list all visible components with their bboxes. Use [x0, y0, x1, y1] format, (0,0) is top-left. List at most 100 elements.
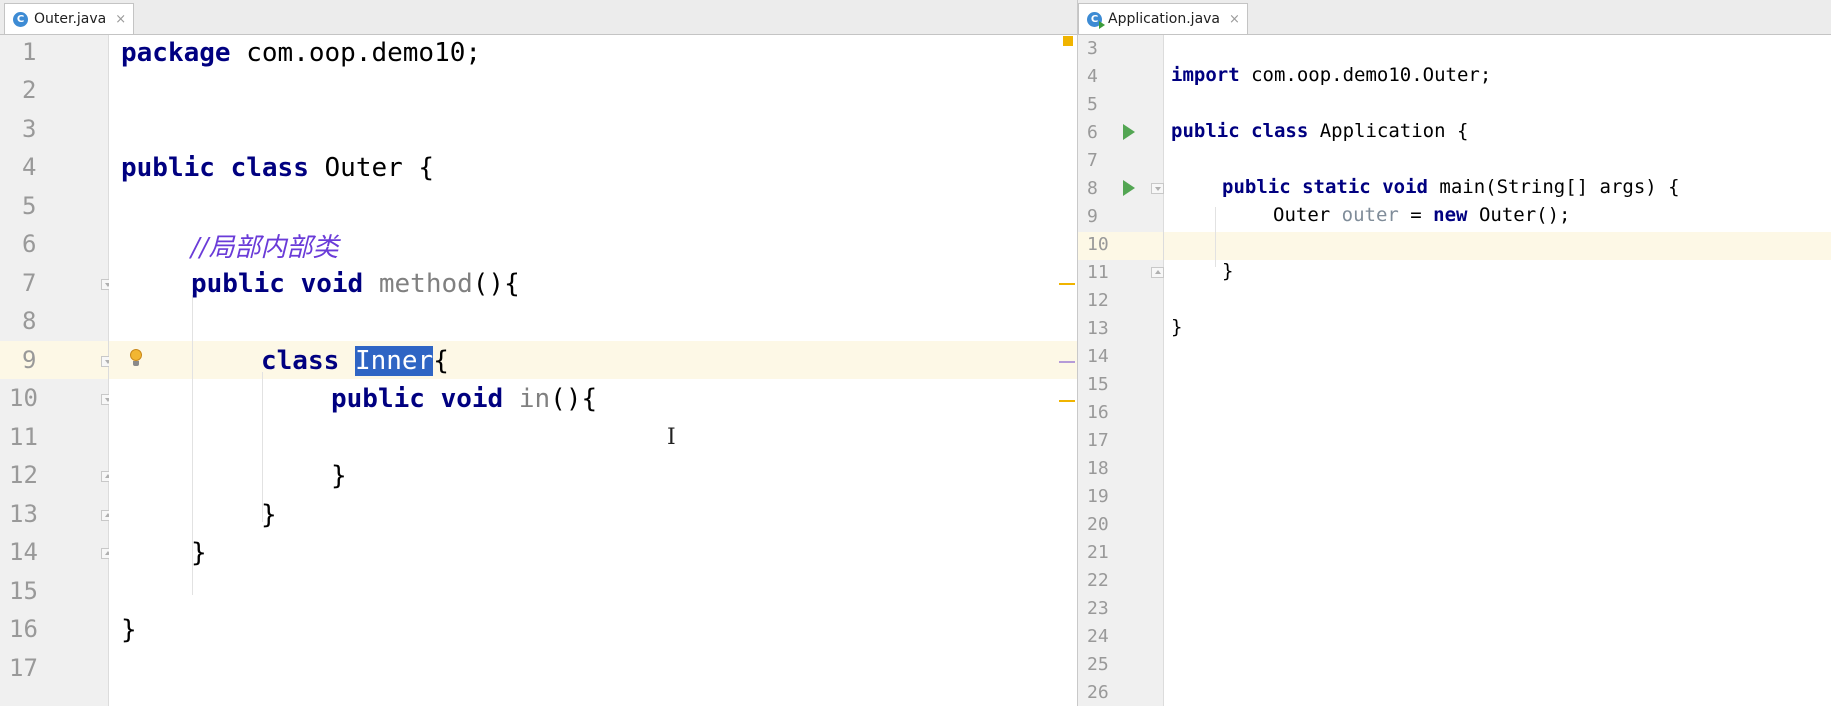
line-number: 10: [9, 384, 38, 412]
code-text: com.oop.demo10;: [230, 38, 482, 68]
selection-stripe-marker[interactable]: [1059, 361, 1075, 363]
method-name: method: [378, 269, 473, 299]
left-code-editor[interactable]: package com.oop.demo10; public class Out…: [109, 35, 1077, 706]
line-number: 12: [1087, 290, 1109, 311]
fold-open-icon[interactable]: [1151, 183, 1164, 194]
line-number: 2: [22, 76, 37, 104]
code-text: =: [1398, 204, 1434, 226]
code-line-6: //局部内部类: [191, 227, 1077, 264]
code-text: com.oop.demo10.Outer;: [1239, 64, 1492, 86]
selected-text[interactable]: Inner: [354, 346, 434, 376]
right-editor-pane: C Application.java × 3 4 5 6 7 8 9 10 11…: [1078, 0, 1831, 706]
right-gutter: 3 4 5 6 7 8 9 10 11 12 13 14 15 16 17 18…: [1078, 35, 1164, 706]
code-line-7: public void method(){: [191, 269, 1077, 299]
keyword: void: [300, 269, 364, 299]
error-stripe-marker[interactable]: [1059, 400, 1075, 402]
keyword: public: [1222, 176, 1291, 198]
code-line-9: class Inner{: [261, 346, 1077, 376]
run-icon[interactable]: [1123, 180, 1135, 196]
code-line-1: package com.oop.demo10;: [121, 38, 1077, 68]
keyword: class: [230, 153, 309, 183]
class-c-icon: C: [13, 11, 28, 27]
line-number: 14: [1087, 346, 1109, 367]
code-line-11: }: [1222, 260, 1234, 282]
line-number: 11: [9, 423, 38, 451]
error-stripe-marker[interactable]: [1059, 283, 1075, 285]
tab-label: Application.java: [1108, 11, 1221, 27]
line-number: 8: [1087, 178, 1098, 199]
tab-outer-java[interactable]: C Outer.java ×: [4, 3, 135, 34]
line-number: 12: [9, 461, 38, 489]
line-number: 26: [1087, 682, 1109, 703]
keyword: import: [1171, 64, 1240, 86]
code-text: (){: [472, 269, 520, 299]
line-number: 13: [1087, 318, 1109, 339]
line-number: 8: [22, 307, 37, 335]
line-number: 9: [1087, 206, 1098, 227]
right-code-editor[interactable]: import com.oop.demo10.Outer; public clas…: [1164, 35, 1831, 706]
code-line-13: }: [261, 500, 277, 530]
code-line-9: Outer outer = new Outer();: [1273, 204, 1831, 226]
keyword: void: [1382, 176, 1428, 198]
code-line-4: public class Outer {: [121, 153, 1077, 183]
code-text: {: [433, 346, 449, 376]
tab-label: Outer.java: [34, 11, 107, 27]
tab-application-java[interactable]: C Application.java ×: [1078, 3, 1248, 34]
text-cursor-ibeam-icon: I: [667, 425, 676, 450]
line-number: 6: [1087, 122, 1098, 143]
icon-letter: C: [1090, 13, 1099, 25]
lightbulb-icon[interactable]: [130, 349, 142, 366]
line-number: 7: [22, 269, 37, 297]
line-number: 18: [1087, 458, 1109, 479]
line-number: 24: [1087, 626, 1109, 647]
line-number: 17: [1087, 430, 1109, 451]
line-number: 4: [1087, 66, 1098, 87]
line-number: 9: [22, 346, 37, 374]
line-number: 3: [22, 115, 37, 143]
code-text: (){: [550, 384, 598, 414]
code-line-10: public void in(){: [331, 384, 1077, 414]
line-number: 4: [22, 153, 37, 181]
line-number: 15: [1087, 374, 1109, 395]
code-line-6: public class Application {: [1171, 120, 1831, 142]
warning-stripe-marker[interactable]: [1063, 36, 1073, 46]
line-number: 15: [9, 577, 38, 605]
code-text: Application {: [1308, 120, 1469, 142]
code-text: Outer();: [1467, 204, 1571, 226]
code-line-14: }: [191, 538, 207, 568]
left-tab-bar: C Outer.java ×: [0, 0, 1077, 35]
line-number: 11: [1087, 262, 1109, 283]
class-c-runnable-icon: C: [1087, 11, 1105, 29]
line-number: 3: [1087, 38, 1098, 59]
left-gutter: 1 2 3 4 5 6 7 8 9 10 11 12 13 14 15 16 1…: [0, 35, 114, 706]
variable-name: outer: [1341, 204, 1399, 226]
line-number: 16: [9, 615, 38, 643]
line-number: 14: [9, 538, 38, 566]
gutter-current-line: [0, 341, 108, 379]
code-text: main(String[] args) {: [1427, 176, 1680, 198]
code-line-8: public static void main(String[] args) {: [1222, 176, 1831, 198]
keyword: new: [1433, 204, 1468, 226]
line-number: 5: [1087, 94, 1098, 115]
keyword: public: [191, 269, 285, 299]
run-icon[interactable]: [1123, 124, 1135, 140]
keyword: public: [1171, 120, 1240, 142]
fold-close-icon[interactable]: [1151, 267, 1164, 278]
code-line-16: }: [121, 615, 137, 645]
line-number: 21: [1087, 542, 1109, 563]
line-number: 7: [1087, 150, 1098, 171]
left-editor-pane: C Outer.java × 1 2 3 4 5 6 7 8 9 10 11 1…: [0, 0, 1077, 706]
close-icon[interactable]: ×: [1229, 12, 1240, 27]
close-icon[interactable]: ×: [115, 12, 126, 27]
right-tab-bar: C Application.java ×: [1078, 0, 1831, 35]
keyword: package: [121, 38, 231, 68]
code-line-13: }: [1171, 316, 1183, 338]
line-number: 13: [9, 500, 38, 528]
line-number: 19: [1087, 486, 1109, 507]
run-badge-icon: [1099, 20, 1105, 29]
method-name: in: [518, 384, 551, 414]
keyword: void: [440, 384, 504, 414]
line-number: 10: [1087, 234, 1109, 255]
keyword: class: [261, 346, 340, 376]
line-number: 23: [1087, 598, 1109, 619]
